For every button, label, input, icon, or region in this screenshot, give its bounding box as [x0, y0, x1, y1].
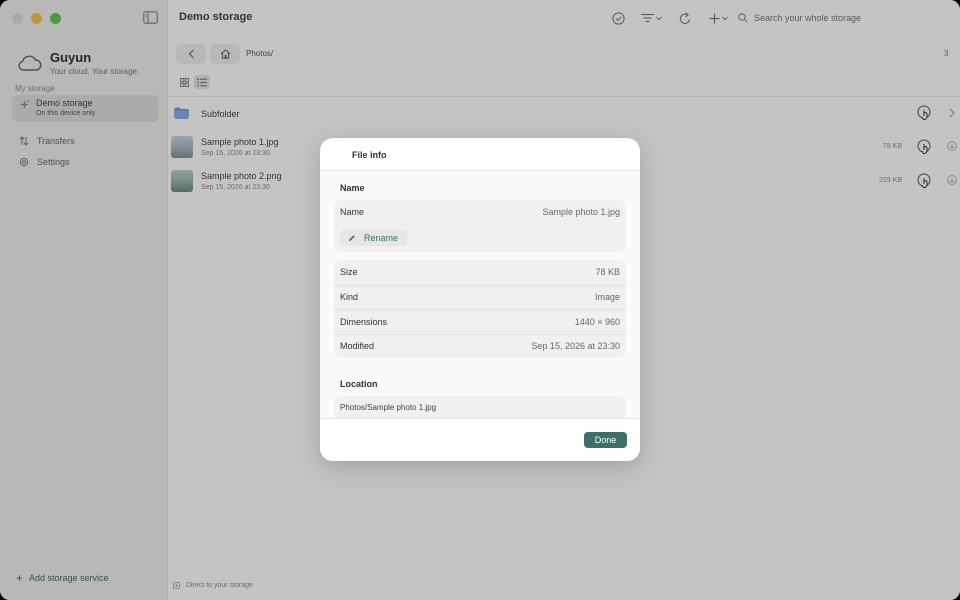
- detail-label: Dimensions: [340, 316, 388, 327]
- dialog-footer: Done: [320, 418, 640, 461]
- dialog-body: Name Name Sample photo 1.jpg Rename Size…: [320, 172, 640, 418]
- detail-label: Size: [340, 267, 358, 278]
- detail-row-dimensions: Dimensions 1440 × 960: [334, 309, 626, 334]
- detail-row-modified: Modified Sep 15, 2026 at 23:30: [334, 333, 626, 359]
- name-group: Name Sample photo 1.jpg Rename: [334, 200, 626, 252]
- name-row: Name Sample photo 1.jpg: [334, 200, 626, 225]
- detail-value: 78 KB: [595, 267, 620, 278]
- done-button[interactable]: Done: [584, 432, 627, 448]
- file-info-dialog: File info Name Name Sample photo 1.jpg R…: [320, 138, 640, 461]
- name-label: Name: [340, 207, 365, 218]
- name-section-title: Name: [340, 183, 365, 193]
- detail-value: Image: [594, 292, 620, 303]
- location-group: Photos/Sample photo 1.jpg: [334, 396, 626, 418]
- detail-row-kind: Kind Image: [334, 284, 626, 310]
- name-value: Sample photo 1.jpg: [542, 207, 620, 218]
- app-window: Guyun Your cloud. Your storage. My stora…: [0, 0, 960, 600]
- detail-value: 1440 × 960: [574, 316, 620, 327]
- rename-label: Rename: [364, 233, 399, 243]
- location-section-title: Location: [340, 379, 378, 389]
- dialog-title: File info: [352, 150, 387, 160]
- detail-label: Modified: [340, 341, 375, 352]
- details-group: Size 78 KB Kind Image Dimensions 1440 × …: [334, 260, 626, 358]
- detail-value: Sep 15, 2026 at 23:30: [531, 341, 620, 352]
- pencil-icon: [349, 235, 355, 241]
- detail-row-size: Size 78 KB: [334, 260, 626, 285]
- rename-button[interactable]: Rename: [340, 230, 408, 246]
- location-value: Photos/Sample photo 1.jpg: [340, 403, 437, 412]
- dialog-header: File info: [320, 138, 640, 171]
- detail-label: Kind: [340, 292, 359, 303]
